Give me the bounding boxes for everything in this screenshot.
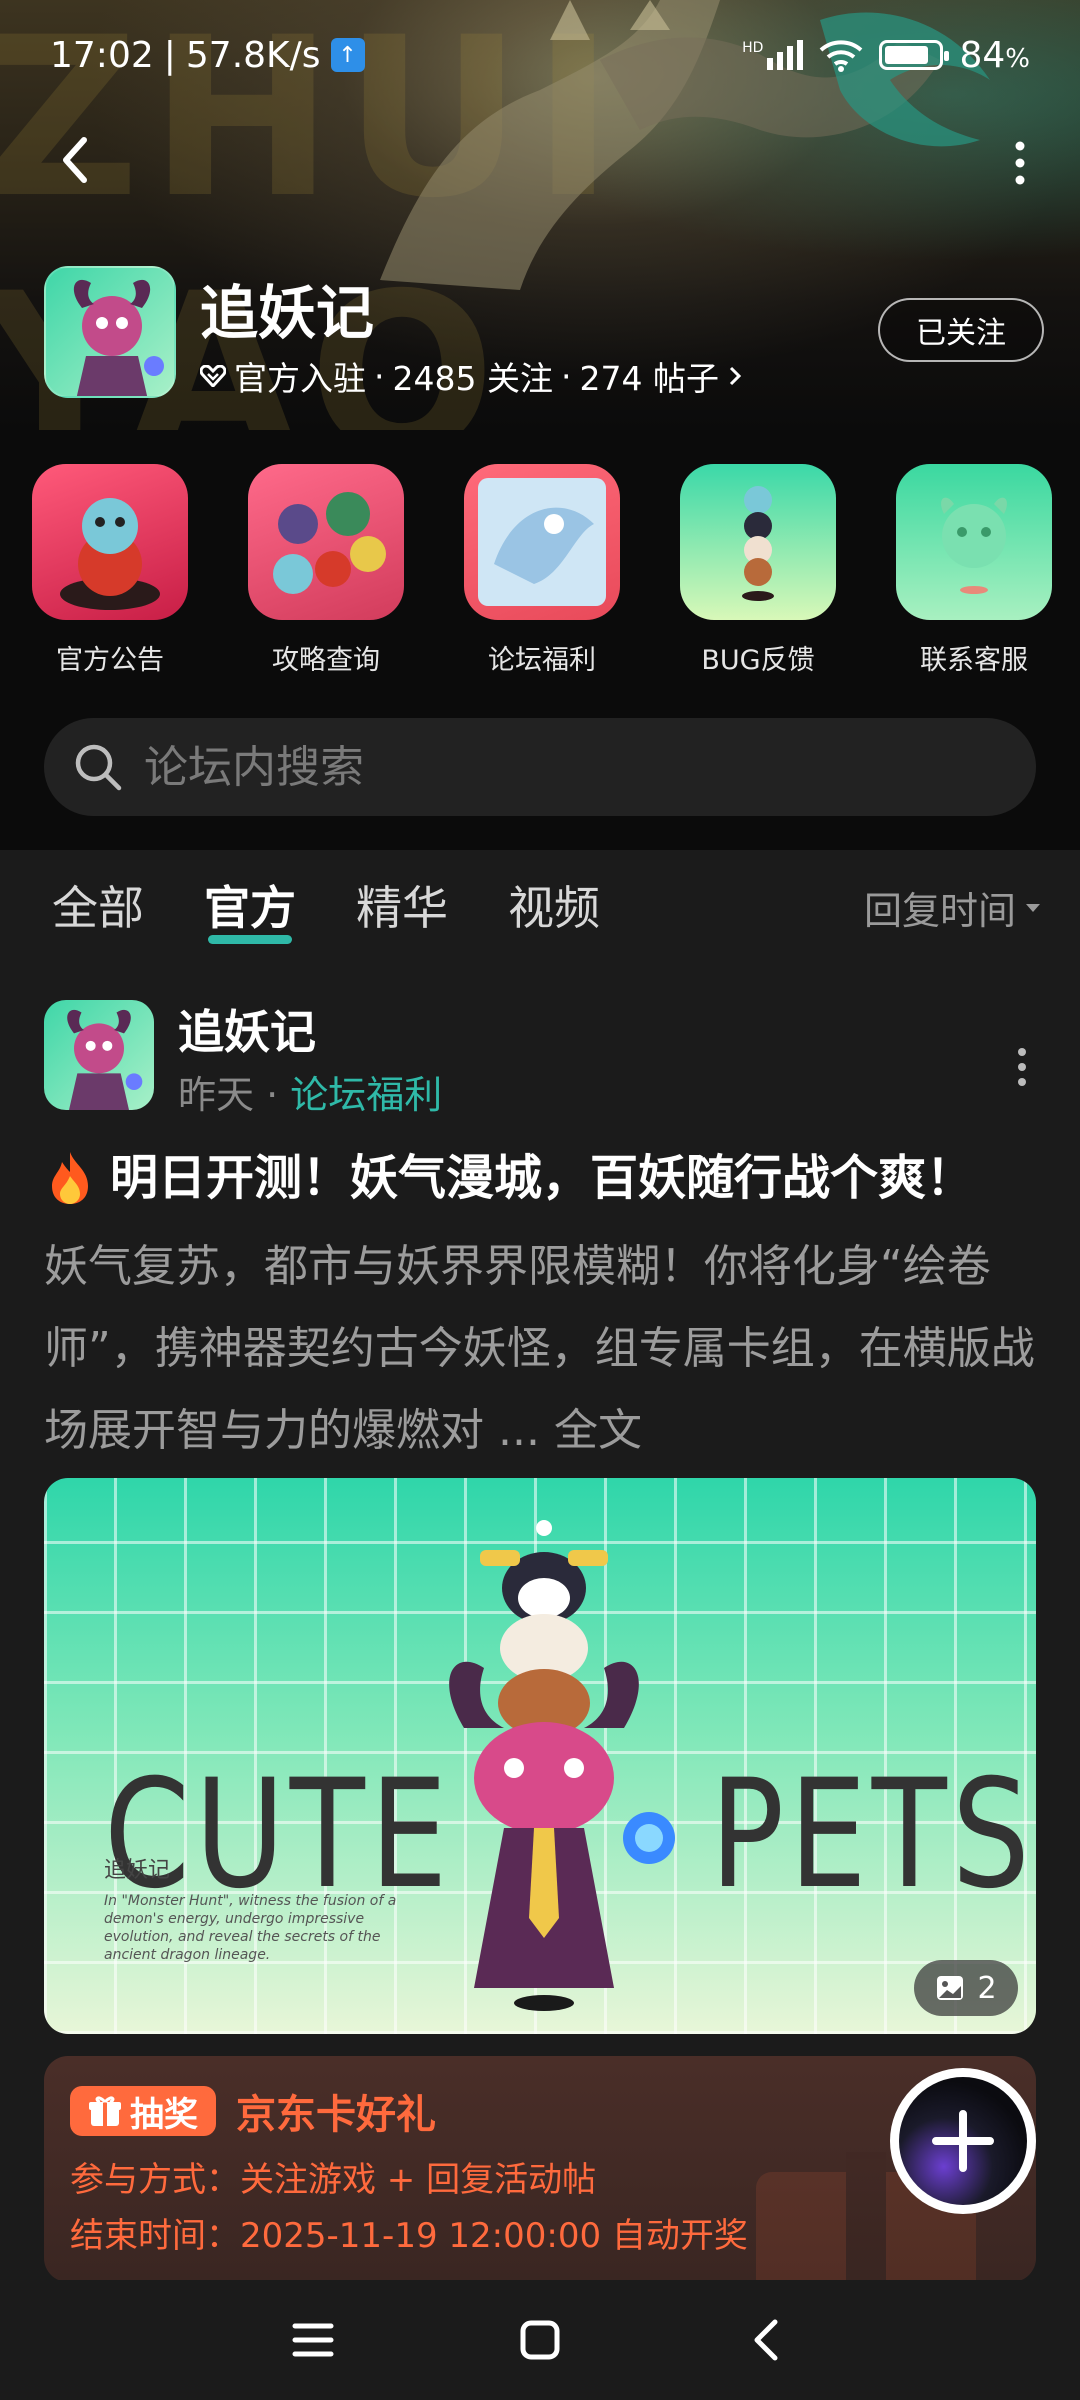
avatar[interactable] (44, 1000, 154, 1110)
tab-official[interactable]: 官方 (204, 872, 296, 944)
battery-icon (879, 40, 950, 70)
wifi-icon (820, 40, 863, 72)
follow-button[interactable]: 已关注 (878, 298, 1044, 362)
image-logo: 追妖记 (104, 1858, 171, 1883)
lottery-end-time: 结束时间：2025-11-19 12:00:00 自动开奖 (70, 2216, 748, 2256)
official-heart-icon (200, 365, 226, 387)
quick-entry-label: 攻略查询 (272, 645, 380, 676)
home-button[interactable] (500, 2300, 580, 2380)
menu-icon (292, 2323, 334, 2357)
quick-entry-welfare[interactable]: 论坛福利 (464, 464, 620, 677)
post-image[interactable]: CUTE PETS 追妖记 In "Monster Hunt", witness… (44, 1478, 1036, 2034)
quick-entry-label: 论坛福利 (488, 645, 596, 676)
signal-icon: HD (742, 40, 804, 70)
fire-icon (52, 1152, 88, 1204)
gift-icon (89, 2096, 121, 2126)
game-meta[interactable]: 官方入驻 · 2485 关注 · 274 帖子 (200, 352, 743, 400)
plus-icon (932, 2110, 994, 2172)
menu-button[interactable] (273, 2300, 353, 2380)
status-time: 17:02 (50, 34, 154, 76)
quick-entry-guide[interactable]: 攻略查询 (248, 464, 404, 677)
welfare-icon (464, 464, 620, 620)
nav-back-button[interactable] (727, 2300, 807, 2380)
quick-entry-label: BUG反馈 (701, 645, 815, 676)
post-board-link[interactable]: 论坛福利 (290, 1073, 442, 1117)
chevron-right-icon (729, 366, 742, 386)
status-bar: 17:02 | 57.8K/s ↑ HD 84% (50, 34, 1030, 76)
battery-level: 84 (959, 34, 1006, 76)
upload-icon: ↑ (330, 38, 365, 72)
square-home-icon (520, 2320, 560, 2360)
quick-entry-label: 联系客服 (920, 645, 1028, 676)
announcement-icon (32, 464, 188, 620)
full-text-link[interactable]: 全文 (554, 1405, 642, 1456)
tab-all[interactable]: 全部 (52, 872, 144, 938)
top-nav (0, 130, 1080, 190)
post-ellipsis: ... (498, 1405, 540, 1456)
sort-label: 回复时间 (863, 889, 1016, 933)
support-icon (896, 464, 1052, 620)
status-speed: 57.8K/s (185, 34, 321, 76)
tab-bar: 全部 官方 精华 视频 回复时间 (0, 850, 1080, 960)
tab-video[interactable]: 视频 (508, 872, 600, 938)
lottery-prize: 京东卡好礼 (236, 2092, 436, 2138)
image-caption: In "Monster Hunt", witness the fusion of… (104, 1893, 397, 1963)
post-title[interactable]: 明日开测！妖气漫城，百妖随行战个爽！ (44, 1144, 1044, 1212)
post-body[interactable]: 妖气复苏，都市与妖界界限模糊！你将化身“绘卷师”，携神器契约古今妖怪，组专属卡组… (44, 1226, 1044, 1472)
posts-count: 274 帖子 (579, 359, 719, 398)
post-more-icon[interactable] (1002, 1042, 1042, 1092)
lottery-method: 参与方式：关注游戏 + 回复活动帖 (70, 2160, 597, 2200)
post-time: 昨天 (178, 1073, 255, 1117)
image-gallery-icon (937, 1976, 964, 2000)
search-bar[interactable] (44, 718, 1036, 816)
search-icon (75, 744, 122, 791)
image-count-badge: 2 (914, 1960, 1018, 2016)
caret-down-icon (1026, 903, 1040, 912)
quick-entry-bug-report[interactable]: BUG反馈 (680, 464, 836, 677)
post-meta: 昨天 · 论坛福利 (178, 1073, 443, 1117)
pets-character-artwork (449, 1520, 675, 2011)
post-author-name[interactable]: 追妖记 (178, 996, 316, 1062)
quick-entry-label: 官方公告 (56, 645, 164, 676)
search-input[interactable] (144, 741, 1004, 793)
image-word-right: PETS (710, 1748, 1035, 1922)
guide-icon (248, 464, 404, 620)
chevron-left-icon (754, 2319, 778, 2361)
system-nav-bar (0, 2280, 1080, 2400)
sort-dropdown[interactable]: 回复时间 (864, 880, 1042, 935)
more-vertical-icon[interactable] (1000, 138, 1040, 188)
game-title: 追妖记 (200, 279, 375, 347)
bug-report-icon (680, 464, 836, 620)
back-icon[interactable] (52, 130, 102, 190)
lottery-card[interactable]: 抽奖 京东卡好礼 参与方式：关注游戏 + 回复活动帖 结束时间：2025-11-… (44, 2056, 1036, 2282)
followers-count: 2485 关注 (392, 359, 553, 398)
create-post-button[interactable] (890, 2068, 1036, 2214)
game-icon[interactable] (44, 266, 176, 398)
official-badge: 官方入驻 (234, 359, 366, 398)
game-info: 追妖记 官方入驻 · 2485 关注 · 274 帖子 已关注 (44, 266, 1044, 402)
quick-entries-section: 官方公告 攻略查询 论坛福利 BUG反馈 联系客服 论坛内搜索 (0, 430, 1080, 850)
lottery-badge: 抽奖 (70, 2086, 216, 2136)
quick-entry-support[interactable]: 联系客服 (896, 464, 1052, 677)
post-body-text: 妖气复苏，都市与妖界界限模糊！你将化身“绘卷师”，携神器契约古今妖怪，组专属卡组… (44, 1241, 1035, 1456)
lottery-header: 抽奖 京东卡好礼 (70, 2082, 436, 2140)
quick-entry-announcement[interactable]: 官方公告 (32, 464, 188, 677)
tab-featured[interactable]: 精华 (356, 872, 448, 938)
